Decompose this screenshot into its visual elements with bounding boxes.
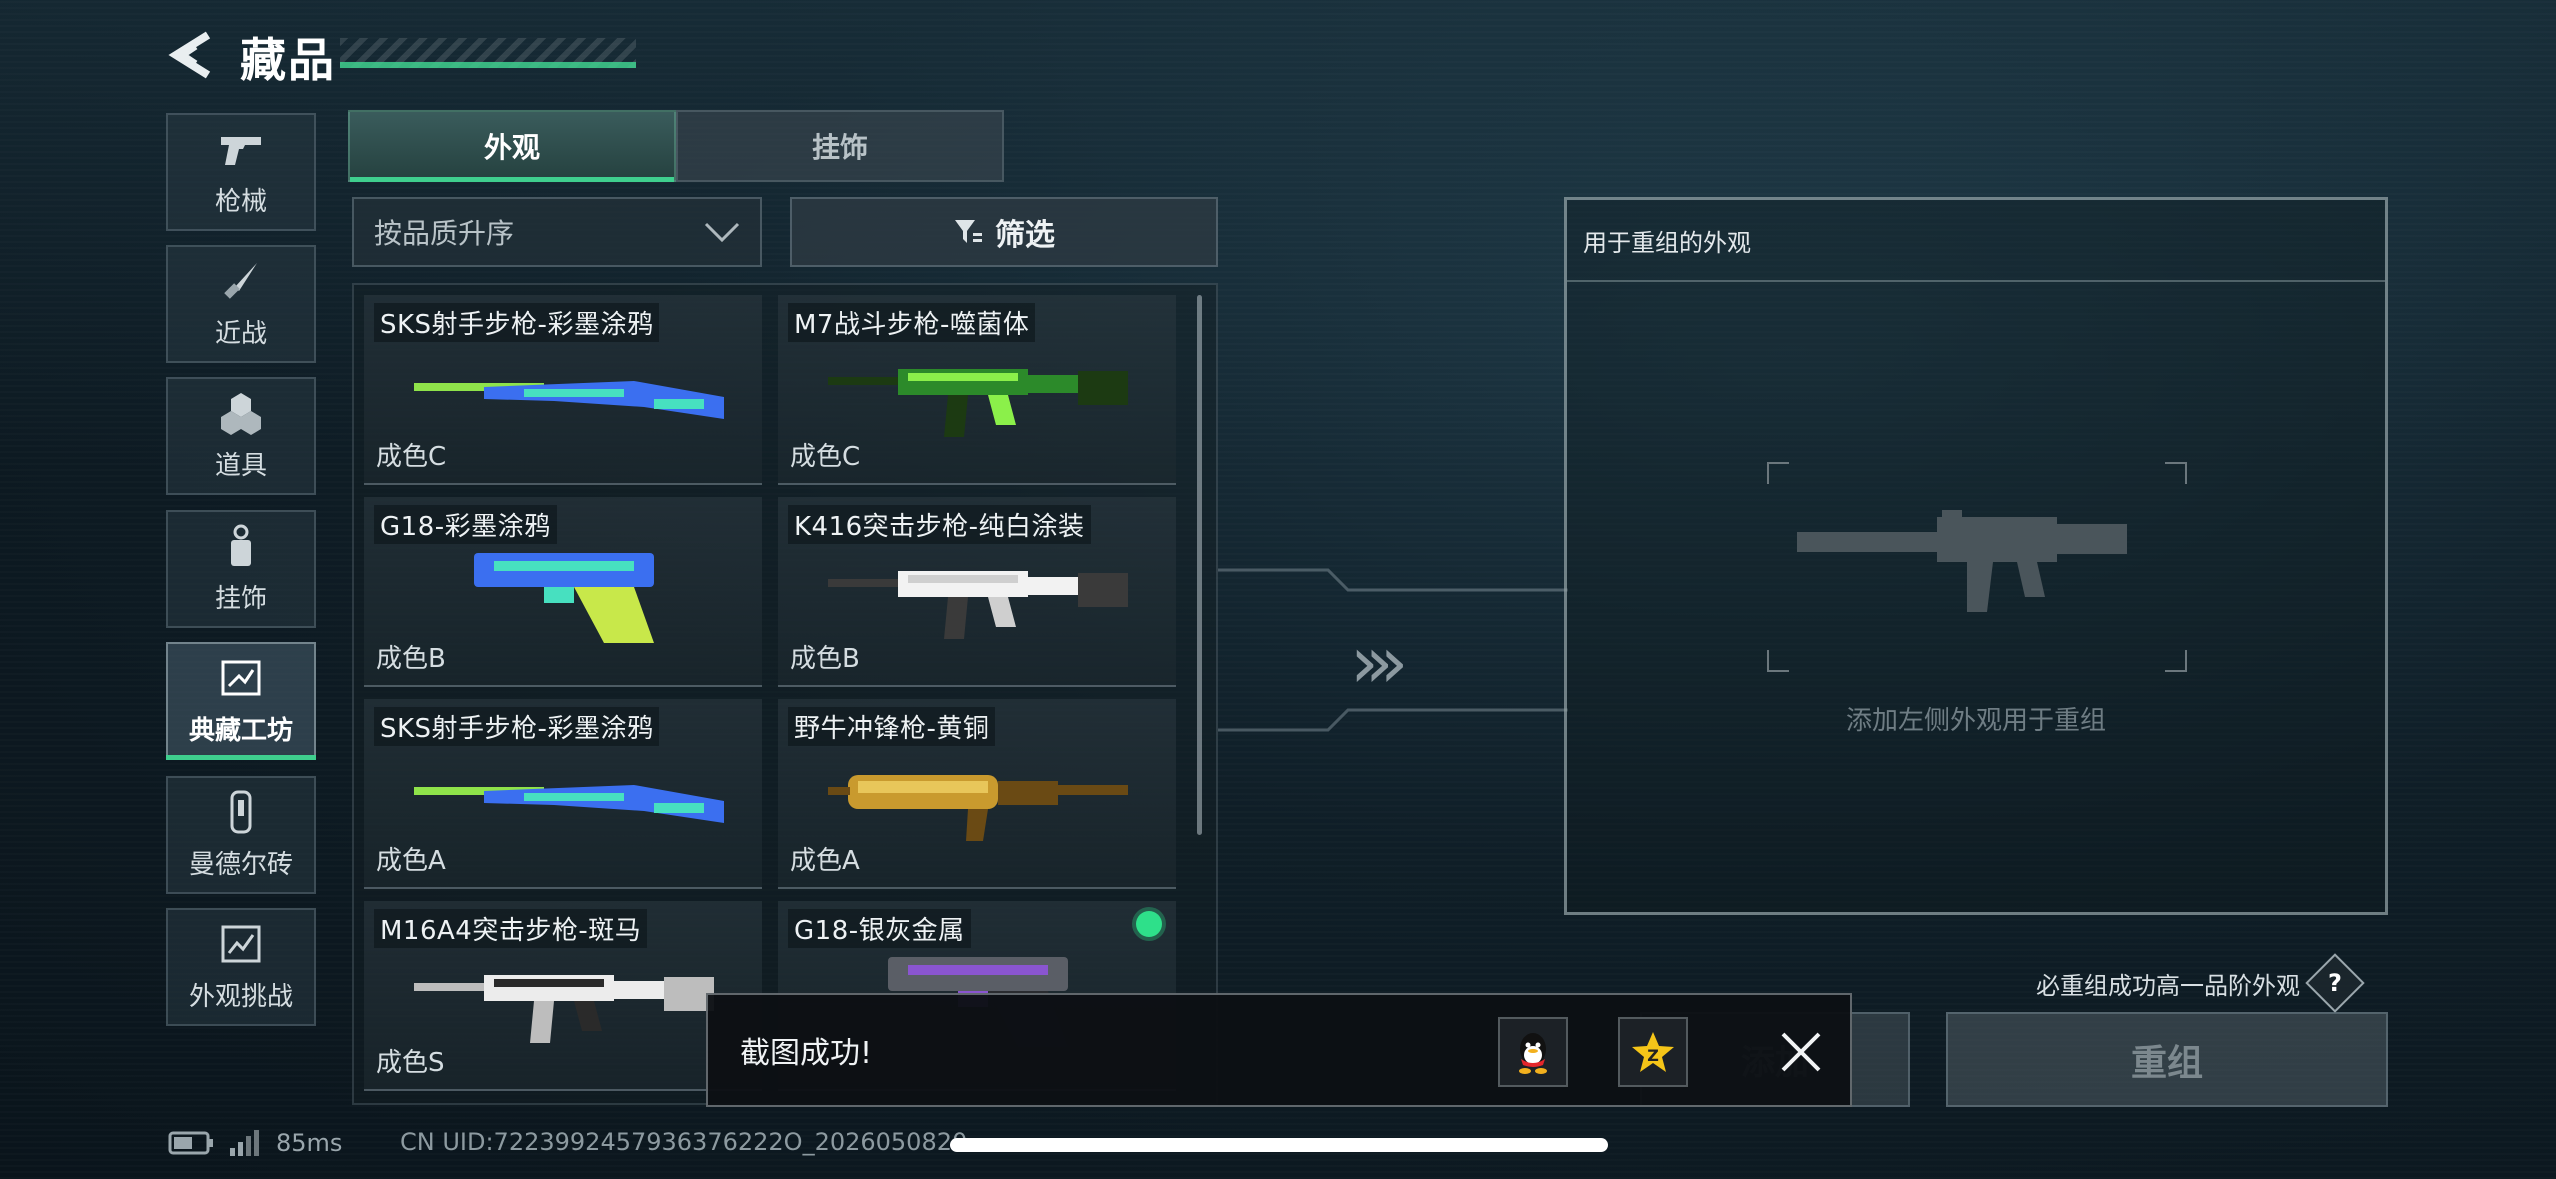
brick-icon: [219, 790, 263, 834]
tab-appearance[interactable]: 外观: [348, 110, 676, 182]
skin-name: K416突击步枪-纯白涂装: [788, 505, 1091, 544]
skin-card[interactable]: G18-彩墨涂鸦 成色B: [364, 497, 762, 687]
filter-button[interactable]: 筛选: [790, 197, 1218, 267]
recombine-header: 用于重组的外观: [1567, 200, 2385, 282]
skin-name: M7战斗步枪-噬菌体: [788, 303, 1036, 342]
help-button[interactable]: ?: [2305, 953, 2365, 1013]
skin-grade: 成色B: [790, 644, 860, 674]
skin-name: M16A4突击步枪-斑马: [374, 909, 648, 948]
close-icon: [1781, 1032, 1821, 1072]
question-mark-icon: ?: [2328, 968, 2342, 997]
ping-value: 85ms: [276, 1129, 343, 1157]
skin-card[interactable]: 野牛冲锋枪-黄铜 成色A: [778, 699, 1176, 889]
sidebar-item-items[interactable]: 道具: [166, 377, 316, 495]
qq-share-button[interactable]: [1498, 1017, 1568, 1087]
assault-skin-image: [818, 543, 1138, 643]
skin-grade: 成色A: [790, 846, 860, 876]
skin-grade: 成色A: [376, 846, 446, 876]
skin-card[interactable]: SKS射手步枪-彩墨涂鸦 成色A: [364, 699, 762, 889]
sidebar-item-label: 曼德尔砖: [188, 849, 293, 880]
sidebar-item-guns[interactable]: 枪械: [166, 113, 316, 231]
battery-icon: [168, 1131, 213, 1155]
rifle-skin-image: [404, 745, 724, 845]
skin-grade: 成色C: [376, 442, 447, 472]
sidebar-item-melee[interactable]: 近战: [166, 245, 316, 363]
skin-name: G18-彩墨涂鸦: [374, 505, 557, 544]
arrows-right-icon: ›››: [1350, 620, 1409, 704]
screenshot-toast: 截图成功! Z: [706, 993, 1852, 1107]
sidebar-item-pendants[interactable]: 挂饰: [166, 510, 316, 628]
skin-card[interactable]: M16A4突击步枪-斑马 成色S: [364, 901, 762, 1091]
recombine-hint: 添加左侧外观用于重组: [1845, 706, 2106, 736]
selected-indicator-icon: [1136, 911, 1162, 937]
user-uid: CN UID:7223992457936376222O_2026050820..…: [400, 1128, 991, 1156]
guarantee-note: 必重组成功高一品阶外观 ?: [2036, 953, 2365, 1013]
rifle-skin-image: [404, 341, 724, 441]
grenades-icon: [219, 391, 263, 435]
knife-icon: [219, 259, 263, 303]
workshop-icon: [219, 656, 263, 700]
toast-message: 截图成功!: [740, 1036, 873, 1071]
qzone-icon: Z: [1632, 1032, 1674, 1072]
recombine-panel: 用于重组的外观 添加左侧外观用于重组: [1564, 197, 2388, 915]
challenge-icon: [219, 922, 263, 966]
skin-card[interactable]: SKS射手步枪-彩墨涂鸦 成色C: [364, 295, 762, 485]
skin-card[interactable]: M7战斗步枪-噬菌体 成色C: [778, 295, 1176, 485]
sidebar-item-label: 挂饰: [214, 583, 267, 614]
skin-name: 野牛冲锋枪-黄铜: [788, 707, 996, 746]
filter-icon: [955, 220, 982, 243]
recombine-slot[interactable]: [1767, 462, 2187, 672]
sidebar-item-skin-challenge[interactable]: 外观挑战: [166, 908, 316, 1026]
status-bar: 85ms: [168, 1128, 342, 1158]
sidebar-item-label: 典藏工坊: [188, 715, 293, 746]
sidebar-item-label: 近战: [214, 318, 267, 349]
rifle-placeholder-icon: [1797, 510, 2127, 612]
back-arrow-icon: [168, 31, 211, 79]
skin-name: G18-银灰金属: [788, 909, 971, 948]
assault-skin-image: [818, 341, 1138, 441]
skin-grade: 成色S: [376, 1048, 445, 1078]
tab-pendant[interactable]: 挂饰: [676, 110, 1004, 182]
pendant-icon: [219, 524, 263, 568]
sort-dropdown[interactable]: 按品质升序: [352, 197, 762, 267]
chevron-down-icon: [704, 222, 740, 242]
list-scrollbar[interactable]: [1197, 295, 1202, 835]
skin-grade: 成色B: [376, 644, 446, 674]
sidebar-item-workshop[interactable]: 典藏工坊: [166, 642, 316, 760]
home-indicator[interactable]: [950, 1138, 1608, 1152]
assault-skin-image: [404, 947, 724, 1047]
skin-card[interactable]: K416突击步枪-纯白涂装 成色B: [778, 497, 1176, 687]
sidebar-item-label: 外观挑战: [188, 981, 293, 1012]
guarantee-text: 必重组成功高一品阶外观: [2036, 971, 2300, 1000]
sidebar-item-label: 道具: [214, 450, 267, 481]
filter-label: 筛选: [995, 218, 1055, 253]
smg-skin-image: [818, 745, 1138, 845]
svg-text:Z: Z: [1647, 1046, 1659, 1065]
skin-grade: 成色C: [790, 442, 861, 472]
signal-icon: [230, 1130, 259, 1156]
title-underline: [340, 62, 636, 68]
qzone-share-button[interactable]: Z: [1618, 1017, 1688, 1087]
pistol-skin-image: [404, 543, 724, 643]
sidebar-item-label: 枪械: [214, 186, 267, 217]
skin-name: SKS射手步枪-彩墨涂鸦: [374, 303, 660, 342]
skin-list[interactable]: SKS射手步枪-彩墨涂鸦 成色C M7战斗步枪-噬菌体 成色C G18-彩墨涂鸦 成…: [352, 283, 1218, 1105]
sidebar-item-mandel-brick[interactable]: 曼德尔砖: [166, 776, 316, 894]
pistol-icon: [219, 127, 263, 171]
page-title: 藏品: [240, 33, 336, 87]
recombine-button[interactable]: 重组: [1946, 1012, 2388, 1107]
back-button[interactable]: [160, 26, 220, 84]
skin-name: SKS射手步枪-彩墨涂鸦: [374, 707, 660, 746]
toast-close-button[interactable]: [1766, 1017, 1836, 1087]
qq-icon: [1519, 1033, 1547, 1074]
sort-value: 按品质升序: [374, 217, 515, 250]
